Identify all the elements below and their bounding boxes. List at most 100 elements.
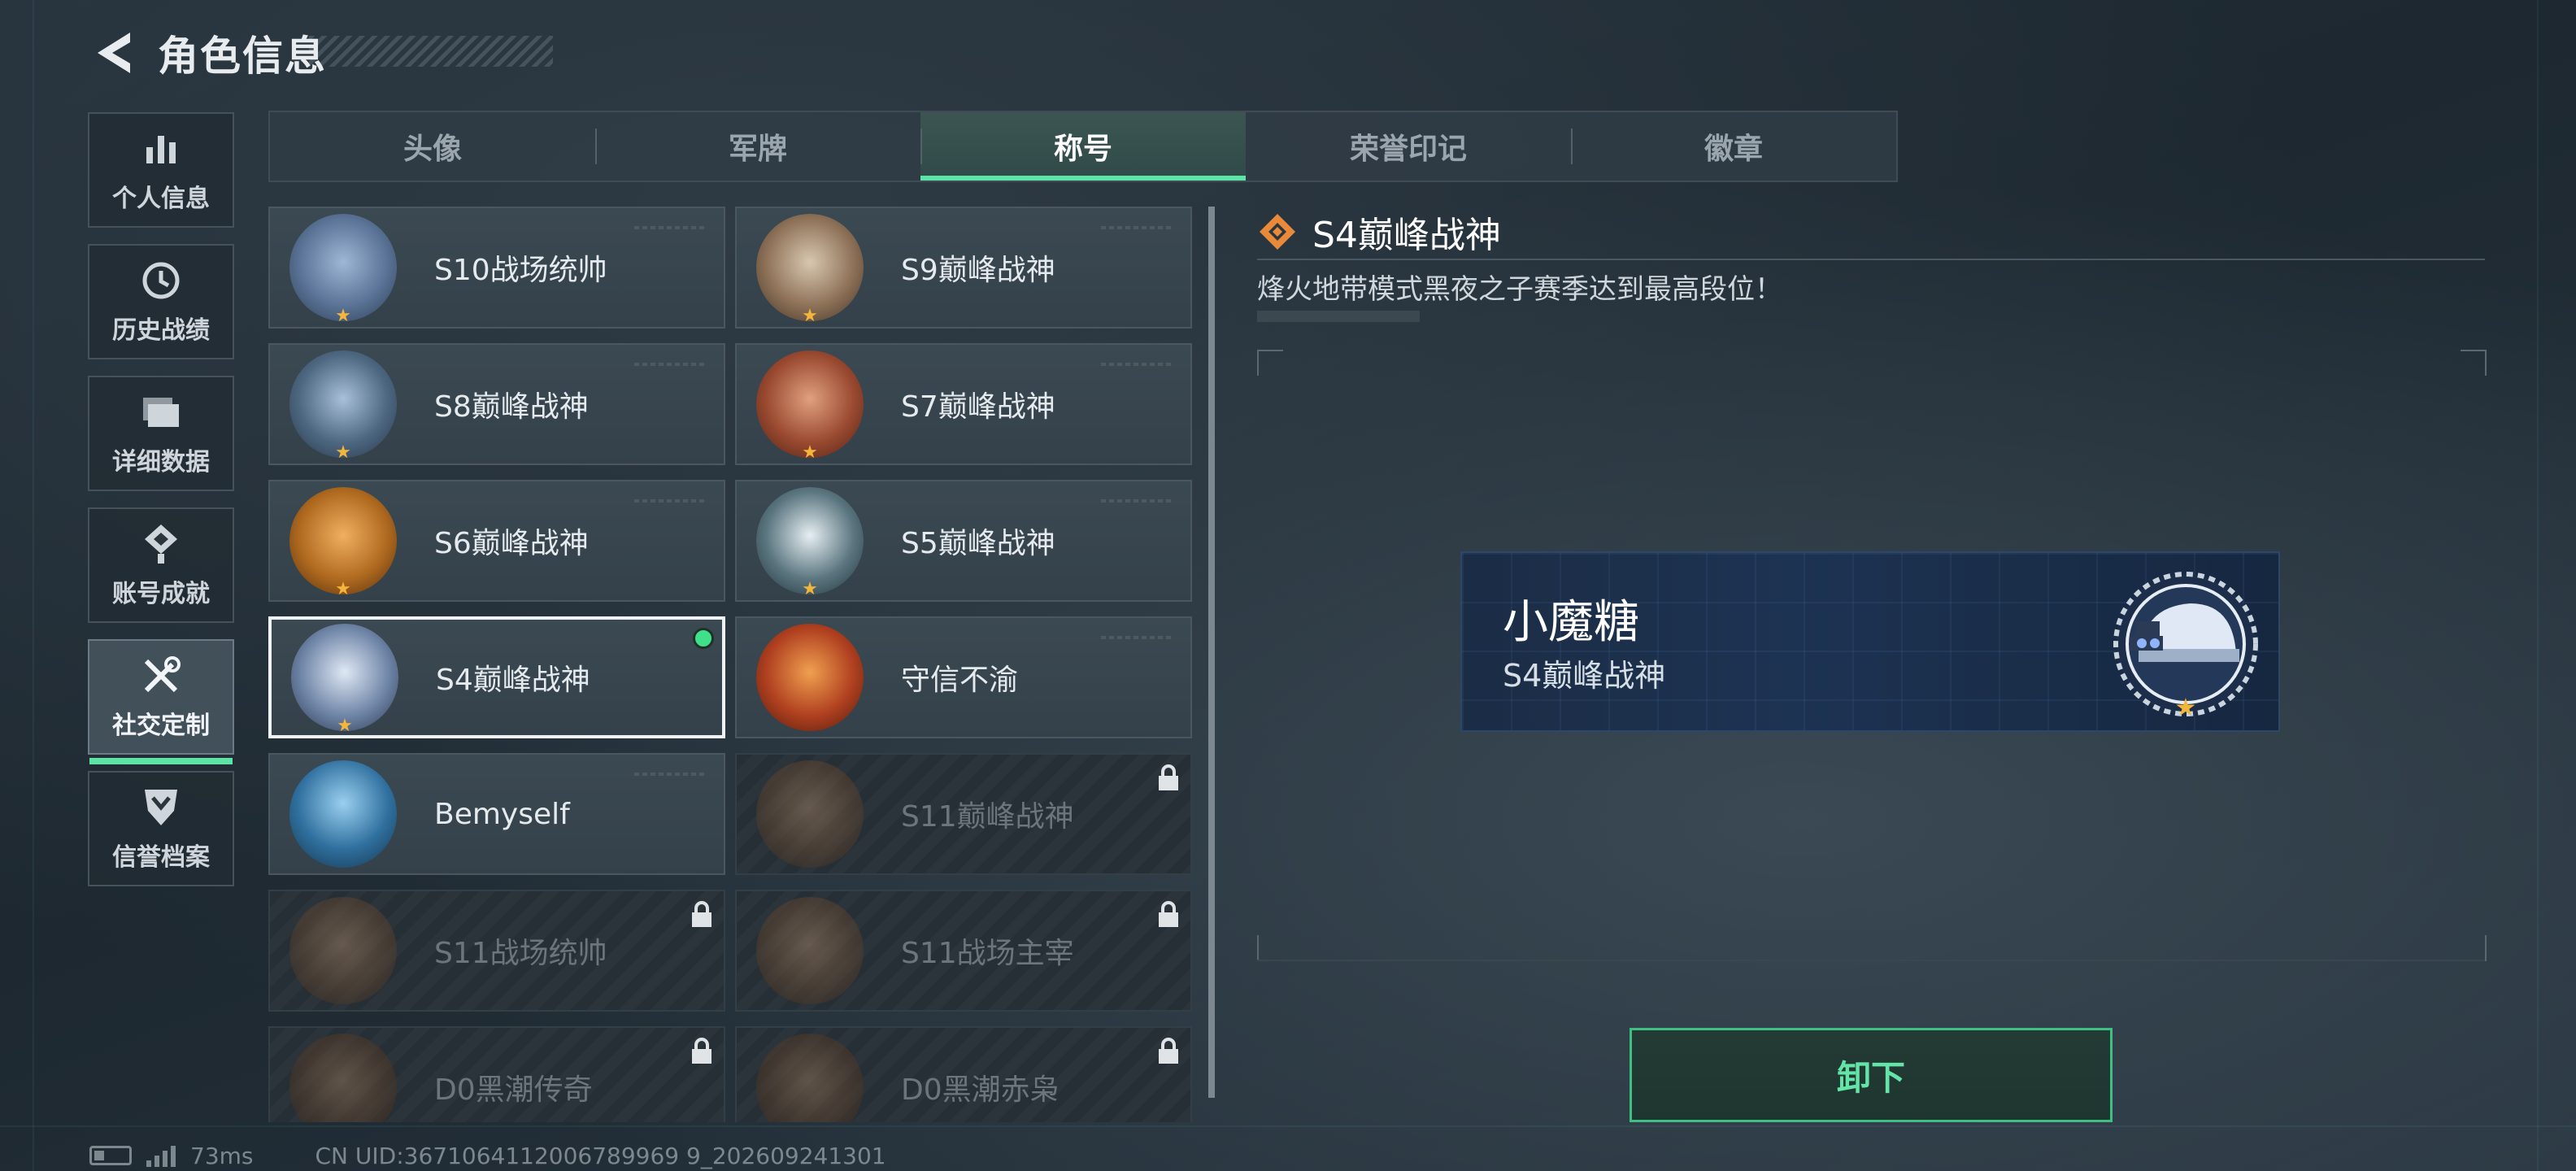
tab-dog-tag[interactable]: 军牌 bbox=[595, 112, 920, 181]
achievement-icon bbox=[138, 521, 184, 567]
sidebar-item-credit[interactable]: 信誉档案 bbox=[88, 771, 234, 886]
title-label: 守信不渝 bbox=[901, 664, 1019, 697]
t-shield-badge-icon: ★ bbox=[289, 487, 397, 599]
frame-corner bbox=[1257, 350, 1283, 376]
uid-text: CN UID:3671064112006789969 9_20260924130… bbox=[315, 1142, 886, 1169]
title-label: S7巅峰战神 bbox=[901, 390, 1055, 424]
lock-icon bbox=[692, 901, 711, 927]
card-decoration bbox=[1101, 499, 1174, 503]
equipped-indicator bbox=[693, 628, 714, 649]
title-card[interactable]: ★ S6巅峰战神 bbox=[268, 480, 725, 602]
title-card-locked[interactable]: S11巅峰战神 bbox=[735, 753, 1192, 875]
title-label: D0黑潮赤枭 bbox=[901, 1073, 1060, 1107]
preview-title: S4巅峰战神 bbox=[1503, 658, 1666, 694]
soldier-signature-badge-icon bbox=[289, 760, 397, 868]
star-icon: ★ bbox=[802, 306, 818, 326]
shield-chevron-icon bbox=[138, 785, 184, 830]
skull-badge-icon bbox=[756, 1034, 864, 1122]
page-header: 角色信息 bbox=[88, 24, 327, 81]
title-grid: ★ S10战场统帅 ★ S9巅峰战神 ★ S8巅峰战神 ★ S7巅峰战神 ★ S… bbox=[268, 207, 1195, 1122]
title-label: S10战场统帅 bbox=[434, 254, 607, 287]
title-card[interactable]: ★ S9巅峰战神 bbox=[735, 207, 1192, 329]
title-card[interactable]: 守信不渝 bbox=[735, 616, 1192, 738]
sidebar-item-label: 社交定制 bbox=[112, 712, 210, 740]
scrollbar-thumb[interactable] bbox=[1208, 207, 1215, 1098]
tab-badge[interactable]: 徽章 bbox=[1571, 112, 1896, 181]
frame-corner bbox=[1257, 935, 1283, 961]
tank-badge-icon bbox=[289, 897, 397, 1004]
page-title: 角色信息 bbox=[158, 33, 327, 80]
title-card-locked[interactable]: D0黑潮传奇 bbox=[268, 1026, 725, 1122]
sidebar-item-personal-info[interactable]: 个人信息 bbox=[88, 112, 234, 228]
title-card[interactable]: Bemyself bbox=[268, 753, 725, 875]
star-icon: ★ bbox=[335, 579, 351, 599]
sidebar-item-detailed-data[interactable]: 详细数据 bbox=[88, 376, 234, 491]
detail-title: S4巅峰战神 bbox=[1312, 215, 1501, 256]
title-label: S5巅峰战神 bbox=[901, 527, 1055, 560]
title-card[interactable]: ★ S7巅峰战神 bbox=[735, 343, 1192, 465]
tank-badge-icon bbox=[756, 760, 864, 868]
star-icon: ★ bbox=[802, 579, 818, 599]
card-decoration bbox=[1101, 226, 1174, 229]
arch-badge-icon bbox=[756, 897, 864, 1004]
card-decoration bbox=[634, 499, 707, 503]
diamond-icon bbox=[1260, 214, 1295, 250]
title-card-locked[interactable]: D0黑潮赤枭 bbox=[735, 1026, 1192, 1122]
ping-value: 73ms bbox=[190, 1142, 254, 1169]
title-label: S11巅峰战神 bbox=[901, 800, 1074, 834]
star-icon: ★ bbox=[335, 442, 351, 463]
tab-avatar[interactable]: 头像 bbox=[270, 112, 595, 181]
signal-icon bbox=[146, 1144, 176, 1167]
helmet-badge-icon: ★ bbox=[2113, 572, 2258, 722]
sidebar-item-achievements[interactable]: 账号成就 bbox=[88, 507, 234, 623]
card-decoration bbox=[634, 773, 707, 776]
tab-honor-mark[interactable]: 荣誉印记 bbox=[1246, 112, 1571, 181]
frame-corner bbox=[2461, 350, 2487, 376]
title-card-selected[interactable]: ★ S4巅峰战神 bbox=[268, 616, 725, 738]
frame-line bbox=[0, 1125, 2576, 1127]
sidebar-item-history[interactable]: 历史战绩 bbox=[88, 244, 234, 359]
card-decoration bbox=[634, 363, 707, 366]
battery-level bbox=[94, 1151, 104, 1160]
star-icon: ★ bbox=[337, 716, 353, 736]
gun-badge-icon: ★ bbox=[756, 350, 864, 463]
frame-line bbox=[2537, 0, 2539, 1171]
sidebar-item-social-custom[interactable]: 社交定制 bbox=[88, 639, 234, 764]
sidebar-item-label: 账号成就 bbox=[112, 580, 210, 608]
detail-divider bbox=[1257, 960, 2485, 961]
title-card[interactable]: ★ S8巅峰战神 bbox=[268, 343, 725, 465]
sidebar-item-label: 信誉档案 bbox=[112, 843, 210, 872]
title-card[interactable]: ★ S10战场统帅 bbox=[268, 207, 725, 329]
title-label: S9巅峰战神 bbox=[901, 254, 1055, 287]
title-label: S11战场统帅 bbox=[434, 937, 607, 970]
lock-icon bbox=[1159, 901, 1178, 927]
clock-icon bbox=[138, 258, 184, 303]
folder-icon bbox=[138, 390, 184, 435]
frame-line bbox=[33, 0, 34, 1171]
title-list-scrollbar[interactable] bbox=[1208, 207, 1215, 1098]
tab-title[interactable]: 称号 bbox=[920, 112, 1246, 181]
title-preview-card: 小魔糖 S4巅峰战神 ★ bbox=[1460, 551, 2280, 732]
card-decoration bbox=[634, 226, 707, 229]
bar-chart-icon bbox=[138, 126, 184, 172]
detail-description: 烽火地带模式黑夜之子赛季达到最高段位！ bbox=[1257, 273, 1782, 306]
unequip-button[interactable]: 卸下 bbox=[1630, 1028, 2113, 1122]
frame-corner bbox=[2461, 935, 2487, 961]
building-badge-icon: ★ bbox=[756, 214, 864, 326]
header-stripes bbox=[309, 36, 553, 67]
scales-badge-icon bbox=[756, 624, 864, 731]
title-label: S8巅峰战神 bbox=[434, 390, 589, 424]
skull-mask-badge-icon: ★ bbox=[756, 487, 864, 599]
stripes-badge-icon: ★ bbox=[289, 350, 397, 463]
status-bar: 73ms CN UID:3671064112006789969 9_202609… bbox=[89, 1142, 886, 1169]
title-card-locked[interactable]: S11战场主宰 bbox=[735, 890, 1192, 1012]
title-label: S11战场主宰 bbox=[901, 937, 1074, 970]
sidebar-item-label: 历史战绩 bbox=[112, 316, 210, 345]
player-name: 小魔糖 bbox=[1503, 596, 1639, 649]
back-button[interactable] bbox=[88, 27, 140, 79]
title-card-locked[interactable]: S11战场统帅 bbox=[268, 890, 725, 1012]
tab-bar: 头像 军牌 称号 荣誉印记 徽章 bbox=[268, 111, 1898, 182]
title-card[interactable]: ★ S5巅峰战神 bbox=[735, 480, 1192, 602]
helmet-badge-icon: ★ bbox=[291, 624, 398, 736]
lock-icon bbox=[1159, 1038, 1178, 1064]
